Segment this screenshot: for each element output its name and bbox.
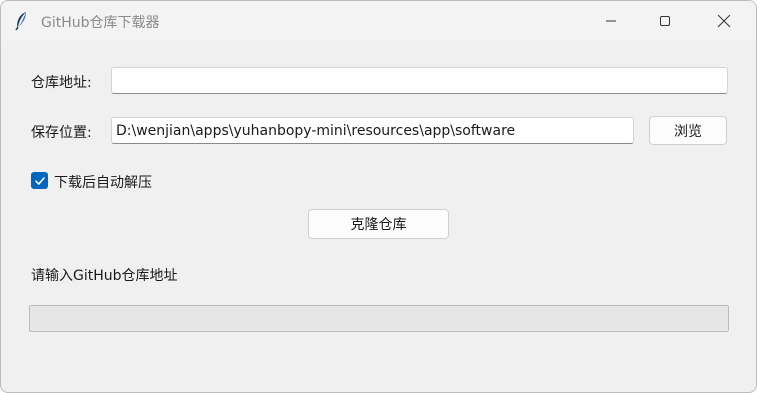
save-location-input[interactable]: D:\wenjian\apps\yuhanbopy-mini\resources…	[111, 117, 634, 144]
repo-url-label: 仓库地址:	[31, 75, 92, 91]
title-bar[interactable]: GitHub仓库下载器	[1, 1, 756, 41]
clone-repo-button-label: 克隆仓库	[350, 217, 407, 233]
maximize-button[interactable]	[637, 1, 693, 41]
auto-extract-checkbox[interactable]	[31, 172, 48, 189]
repo-url-input[interactable]	[111, 67, 728, 94]
close-button[interactable]	[696, 1, 752, 41]
minimize-button[interactable]	[583, 1, 639, 41]
feather-icon	[14, 11, 30, 31]
minimize-icon	[606, 20, 616, 22]
save-location-label: 保存位置:	[31, 125, 92, 141]
checkmark-icon	[34, 176, 45, 185]
auto-extract-label[interactable]: 下载后自动解压	[54, 172, 152, 192]
app-window: GitHub仓库下载器 仓库地址: 保存位置: D:\wenjian\apps\…	[0, 0, 757, 393]
browse-button[interactable]: 浏览	[649, 116, 727, 145]
maximize-icon	[660, 16, 670, 26]
status-text: 请输入GitHub仓库地址	[31, 268, 178, 284]
browse-button-label: 浏览	[674, 123, 702, 140]
clone-repo-button[interactable]: 克隆仓库	[308, 209, 449, 239]
window-title: GitHub仓库下载器	[41, 15, 160, 31]
download-progress-bar	[29, 305, 729, 332]
close-icon	[717, 14, 731, 28]
